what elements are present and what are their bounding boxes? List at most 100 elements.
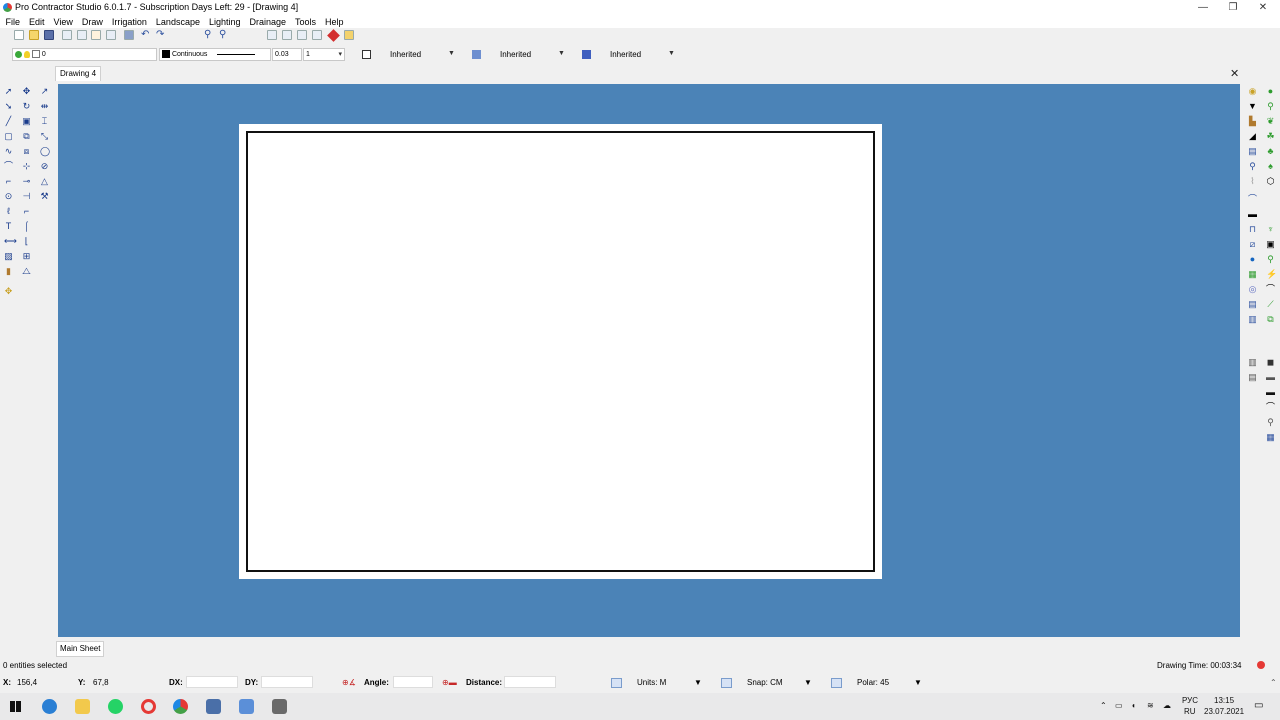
paste-special-icon[interactable]	[106, 30, 116, 40]
shrub-icon[interactable]: ❦	[1266, 117, 1275, 126]
calculator-icon[interactable]	[206, 699, 221, 714]
new-file-icon[interactable]	[14, 30, 24, 40]
menu-edit[interactable]: Edit	[25, 17, 50, 27]
scale-icon[interactable]: ▣	[22, 117, 31, 126]
text-icon[interactable]: T	[4, 222, 13, 231]
menu-irrigation[interactable]: Irrigation	[107, 17, 151, 27]
spline-icon[interactable]: ∿	[4, 147, 13, 156]
controller-icon[interactable]: ▤	[1248, 147, 1257, 156]
zone-icon[interactable]: ⚲	[1248, 162, 1257, 171]
zoom-out-icon[interactable]: ⚲	[204, 29, 211, 40]
chamfer-icon[interactable]: ⌠	[22, 222, 31, 231]
backflow-icon[interactable]: ▙	[1248, 117, 1257, 126]
scale-input[interactable]: 1 ▾	[303, 48, 345, 61]
opera-icon[interactable]	[141, 699, 156, 714]
close-window-button[interactable]: ✕	[1248, 0, 1278, 15]
zoom-in-icon[interactable]: ⚲	[219, 29, 226, 40]
lineweight-input[interactable]: 0.03	[272, 48, 302, 61]
clock-date[interactable]: 23.07.2021	[1204, 707, 1244, 716]
wire-icon[interactable]: ⚡	[1266, 270, 1277, 279]
tray-network-icon[interactable]: ▭	[1115, 701, 1123, 710]
circle-icon[interactable]: ◯	[40, 147, 50, 156]
fillet-icon[interactable]: ⌐	[22, 207, 31, 216]
notification-icon[interactable]: ▭	[1254, 700, 1263, 711]
grid-icon[interactable]	[297, 30, 307, 40]
menu-tools[interactable]: Tools	[291, 17, 321, 27]
redo-icon[interactable]: ↷	[156, 29, 164, 40]
mainline-icon[interactable]: ▬	[1248, 210, 1257, 219]
dimension-icon[interactable]: ⟷	[4, 237, 17, 246]
tray-chevron-icon[interactable]: ⌃	[1100, 701, 1107, 710]
pump-icon[interactable]: ◢	[1248, 132, 1257, 141]
polyline-icon[interactable]: ⌐	[4, 177, 13, 186]
extend-icon[interactable]: ⤡	[40, 132, 49, 141]
drain-pipe-icon[interactable]: ▬	[1266, 388, 1275, 397]
print-icon[interactable]	[124, 30, 134, 40]
cable-icon[interactable]: ⌒	[1266, 285, 1275, 294]
select-subtract-icon[interactable]: ➘	[4, 102, 13, 111]
chevron-down-icon[interactable]: ▼	[558, 50, 565, 57]
tray-wifi-icon[interactable]: ≋	[1147, 701, 1154, 710]
boulder-icon[interactable]: ⬡	[1266, 177, 1275, 186]
freehand-icon[interactable]: ℓ	[4, 207, 13, 216]
group-icon[interactable]: ⊞	[22, 252, 31, 261]
chevron-down-icon[interactable]: ▼	[914, 678, 922, 687]
menu-help[interactable]: Help	[321, 17, 349, 27]
distance-input[interactable]	[504, 676, 556, 688]
offset-icon[interactable]: ⊣	[22, 192, 31, 201]
menu-landscape[interactable]: Landscape	[151, 17, 204, 27]
downspout-icon[interactable]: ▤	[1248, 373, 1257, 382]
menu-drainage[interactable]: Drainage	[245, 17, 291, 27]
inspect-drain-icon[interactable]: ⚲	[1266, 418, 1275, 427]
image-icon[interactable]: ▨	[4, 252, 13, 261]
copy-icon[interactable]	[77, 30, 87, 40]
window-app-icon[interactable]	[239, 699, 254, 714]
ellipse-icon[interactable]: ⊘	[40, 162, 49, 171]
telegram-icon[interactable]	[42, 699, 57, 714]
menu-draw[interactable]: Draw	[77, 17, 107, 27]
dy-input[interactable]	[261, 676, 313, 688]
cut-icon[interactable]	[62, 30, 72, 40]
break-icon[interactable]: ⊹	[22, 162, 31, 171]
close-drawing-icon[interactable]: ✕	[1230, 67, 1239, 80]
chevron-down-icon[interactable]: ▼	[448, 50, 455, 57]
catch-basin-icon[interactable]: ◼	[1266, 358, 1275, 367]
water-drop-icon[interactable]: ●	[1248, 255, 1257, 264]
drip-icon[interactable]: ⌇	[1248, 177, 1257, 186]
open-folder-icon[interactable]	[29, 30, 39, 40]
move-icon[interactable]: ✥	[22, 87, 31, 96]
whatsapp-icon[interactable]	[108, 699, 123, 714]
snap-select[interactable]: Snap: CM	[747, 678, 783, 687]
undo-icon[interactable]: ↶	[141, 29, 149, 40]
north-arrow-icon[interactable]: ⧍	[22, 267, 31, 276]
lateral-icon[interactable]: ⊓	[1248, 225, 1257, 234]
hatch-select[interactable]: Inherited	[500, 50, 531, 59]
zoom-window-icon[interactable]	[267, 30, 277, 40]
array-icon[interactable]: ⌊	[22, 237, 31, 246]
chevron-down-icon[interactable]: ▼	[694, 678, 702, 687]
fixture-search-icon[interactable]: ⚲	[1266, 255, 1275, 264]
minimize-button[interactable]: —	[1188, 0, 1218, 15]
paste-icon[interactable]	[91, 30, 101, 40]
tray-cloud-icon[interactable]: ☁	[1163, 701, 1171, 710]
restore-button[interactable]: ❐	[1218, 0, 1248, 15]
copy-entity-icon[interactable]: ⧉	[22, 132, 31, 141]
units-select[interactable]: Units: M	[637, 678, 666, 687]
angle-input[interactable]	[393, 676, 433, 688]
language-top[interactable]: РУС	[1182, 696, 1198, 705]
drain-report-icon[interactable]: ▦	[1266, 433, 1275, 442]
transformer-icon[interactable]: ▣	[1266, 240, 1275, 249]
hydrozone-icon[interactable]: ▦	[1248, 270, 1257, 279]
coverage-icon[interactable]: ◎	[1248, 285, 1257, 294]
pro-contractor-taskbar-icon[interactable]	[173, 699, 188, 714]
tree-icon[interactable]: ♣	[1266, 147, 1275, 156]
paver-icon[interactable]: ⧉	[1266, 315, 1275, 324]
trim-icon[interactable]: ⌶	[40, 117, 49, 126]
fill-color-select[interactable]: Inherited	[390, 50, 421, 59]
material-icon[interactable]: ▮	[4, 267, 13, 276]
menu-view[interactable]: View	[49, 17, 77, 27]
schedule-icon[interactable]: ▤	[1248, 300, 1257, 309]
layer-select[interactable]: 0	[12, 48, 157, 61]
layout-icon[interactable]	[312, 30, 322, 40]
sprinkler-icon[interactable]: ◉	[1248, 87, 1257, 96]
